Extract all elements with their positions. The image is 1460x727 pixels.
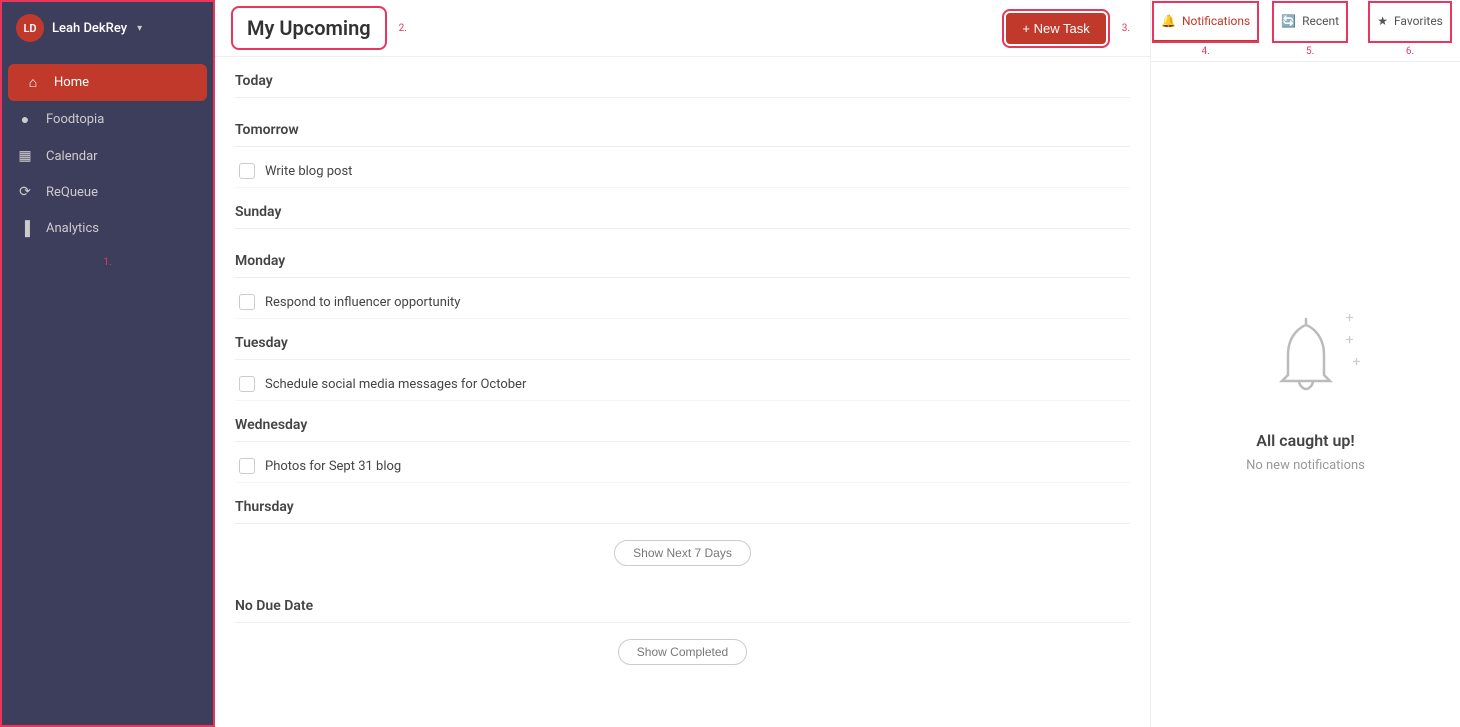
main-header: My Upcoming 2. + New Task 3. bbox=[215, 0, 1150, 57]
day-section-tomorrow: Tomorrow Write blog post bbox=[235, 106, 1130, 188]
tab-label-favorites: Favorites bbox=[1394, 14, 1443, 28]
caught-up-title: All caught up! bbox=[1256, 431, 1354, 450]
sidebar-item-foodtopia[interactable]: ● Foodtopia bbox=[0, 101, 215, 138]
sidebar-label-number: 1. bbox=[0, 255, 215, 272]
no-due-date-header: No Due Date bbox=[235, 582, 1130, 623]
task-label: Schedule social media messages for Octob… bbox=[265, 377, 526, 392]
main-content: My Upcoming 2. + New Task 3. Today Tomorr… bbox=[215, 0, 1150, 727]
day-header-thursday: Thursday bbox=[235, 483, 1130, 524]
sidebar-item-label-home: Home bbox=[54, 75, 89, 90]
tab-label-number-notifications: 4. bbox=[1201, 44, 1209, 61]
sidebar-item-analytics[interactable]: ▐ Analytics bbox=[0, 210, 215, 247]
caught-up-sub: No new notifications bbox=[1246, 458, 1365, 473]
day-section-monday: Monday Respond to influencer opportunity bbox=[235, 237, 1130, 319]
tab-recent[interactable]: 🔄 Recent bbox=[1273, 2, 1347, 42]
chevron-down-icon: ▾ bbox=[137, 23, 142, 34]
sidebar-item-label-foodtopia: Foodtopia bbox=[46, 112, 104, 127]
favorites-icon: ★ bbox=[1377, 14, 1388, 28]
task-checkbox[interactable] bbox=[239, 458, 255, 474]
tab-notifications[interactable]: 🔔 Notifications bbox=[1153, 2, 1258, 42]
day-header-tuesday: Tuesday bbox=[235, 319, 1130, 360]
day-section-thursday: Thursday bbox=[235, 483, 1130, 524]
sidebar-item-calendar[interactable]: ▦ Calendar bbox=[0, 138, 215, 174]
table-row: Respond to influencer opportunity bbox=[235, 286, 1130, 319]
day-header-sunday: Sunday bbox=[235, 188, 1130, 229]
right-panel-header: 🔔 Notifications 4. 🔄 Recent 5. ★ Favorites 6. bbox=[1151, 0, 1460, 62]
day-header-tomorrow: Tomorrow bbox=[235, 106, 1130, 147]
requeue-icon: ⟳ bbox=[16, 184, 34, 200]
avatar: LD bbox=[16, 14, 44, 42]
task-label: Respond to influencer opportunity bbox=[265, 295, 460, 310]
sparkles-decoration: ++ + bbox=[1346, 307, 1361, 374]
sidebar-nav: ⌂ Home ● Foodtopia ▦ Calendar ⟳ ReQueue ▐ Analyti… bbox=[0, 56, 215, 255]
right-panel: 🔔 Notifications 4. 🔄 Recent 5. ★ Favorites 6. ++… bbox=[1150, 0, 1460, 727]
day-section-sunday: Sunday bbox=[235, 188, 1130, 229]
user-name: Leah DekRey bbox=[52, 21, 127, 36]
user-menu[interactable]: LD Leah DekRey ▾ bbox=[0, 0, 215, 56]
sidebar-item-home[interactable]: ⌂ Home bbox=[8, 64, 207, 101]
analytics-icon: ▐ bbox=[16, 220, 34, 237]
day-section-wednesday: Wednesday Photos for Sept 31 blog bbox=[235, 401, 1130, 483]
day-header-monday: Monday bbox=[235, 237, 1130, 278]
sidebar-item-label-requeue: ReQueue bbox=[46, 185, 98, 200]
task-area: Today Tomorrow Write blog post Sunday Monday… bbox=[215, 57, 1150, 727]
page-title-box: My Upcoming bbox=[235, 10, 383, 46]
tab-label-number-favorites: 6. bbox=[1406, 44, 1414, 61]
sidebar-item-requeue[interactable]: ⟳ ReQueue bbox=[0, 174, 215, 210]
table-row: Write blog post bbox=[235, 155, 1130, 188]
day-header-today: Today bbox=[235, 57, 1130, 98]
notifications-icon: 🔔 bbox=[1161, 14, 1176, 28]
show-next-7-days-button[interactable]: Show Next 7 Days bbox=[614, 540, 751, 566]
tab-label-notifications: Notifications bbox=[1182, 14, 1250, 28]
task-checkbox[interactable] bbox=[239, 294, 255, 310]
day-header-wednesday: Wednesday bbox=[235, 401, 1130, 442]
new-task-label-number: 3. bbox=[1122, 23, 1130, 34]
page-title: My Upcoming bbox=[247, 16, 371, 40]
new-task-button[interactable]: + New Task bbox=[1006, 13, 1105, 44]
sidebar-item-label-calendar: Calendar bbox=[46, 149, 98, 164]
calendar-icon: ▦ bbox=[16, 148, 34, 164]
panel-content: ++ + All caught up! No new notifications bbox=[1151, 62, 1460, 727]
day-section-today: Today bbox=[235, 57, 1130, 98]
page-title-label-number: 2. bbox=[399, 23, 407, 34]
new-task-area: + New Task bbox=[1006, 13, 1105, 44]
table-row: Photos for Sept 31 blog bbox=[235, 450, 1130, 483]
sidebar-item-label-analytics: Analytics bbox=[46, 221, 99, 236]
tab-favorites[interactable]: ★ Favorites bbox=[1369, 2, 1451, 42]
task-checkbox[interactable] bbox=[239, 163, 255, 179]
task-label: Write blog post bbox=[265, 164, 352, 179]
tab-label-recent: Recent bbox=[1302, 14, 1339, 28]
recent-icon: 🔄 bbox=[1281, 14, 1296, 28]
bell-graphic: ++ + bbox=[1266, 317, 1346, 411]
task-label: Photos for Sept 31 blog bbox=[265, 459, 401, 474]
day-section-tuesday: Tuesday Schedule social media messages fo… bbox=[235, 319, 1130, 401]
task-checkbox[interactable] bbox=[239, 376, 255, 392]
home-icon: ⌂ bbox=[24, 74, 42, 91]
show-completed-button[interactable]: Show Completed bbox=[618, 639, 747, 665]
bell-icon bbox=[1266, 317, 1346, 407]
sidebar: LD Leah DekRey ▾ ⌂ Home ● Foodtopia ▦ Calenda… bbox=[0, 0, 215, 727]
table-row: Schedule social media messages for Octob… bbox=[235, 368, 1130, 401]
tab-label-number-recent: 5. bbox=[1306, 44, 1314, 61]
foodtopia-icon: ● bbox=[16, 111, 34, 128]
